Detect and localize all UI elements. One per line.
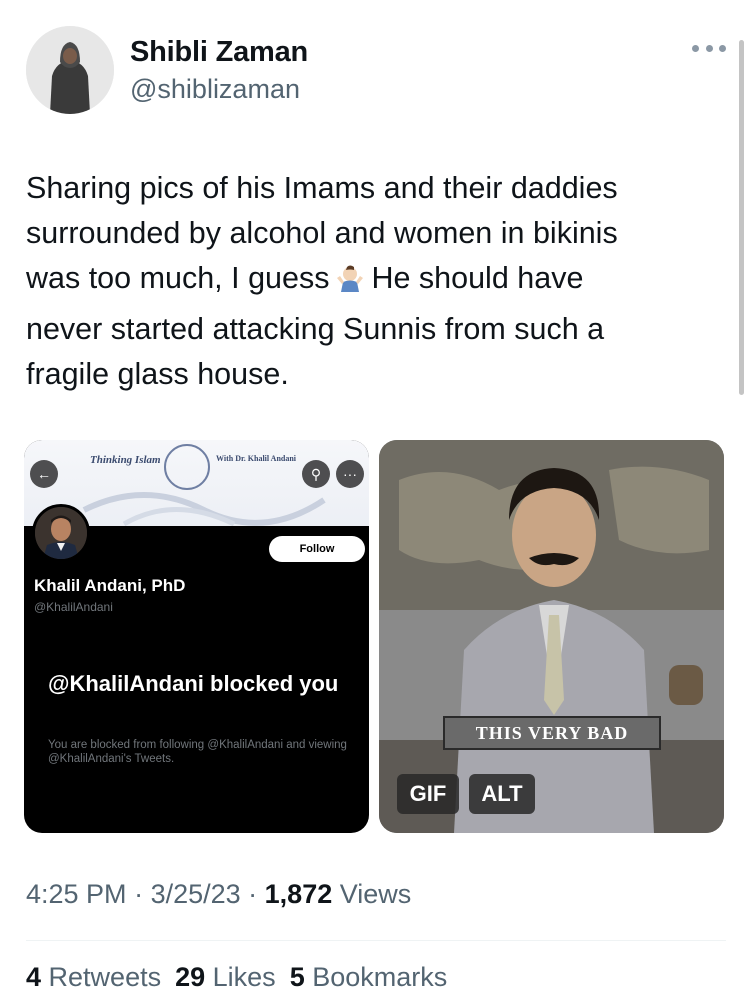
tweet-line: never started attacking Sunnis from such… [26,312,605,346]
tweet-date[interactable]: 3/25/23 [151,879,241,909]
retweets-stat[interactable]: 4 Retweets [26,962,161,992]
blocked-title: @KhalilAndani blocked you [48,671,339,696]
separator: · [126,879,151,909]
follow-button: Follow [269,536,365,562]
likes-stat[interactable]: 29 Likes [175,962,276,992]
avatar-photo [26,26,114,114]
tweet-line-part: He should have [371,261,584,295]
tweet-line: was too much, I guess He should have [26,256,726,307]
media-image-blocked-screenshot[interactable]: Thinking Islam With Dr. Khalil Andani ← … [24,440,369,833]
shrug-emoji-icon [335,262,365,307]
gif-subtitle-text: THIS VERY BAD [475,722,629,743]
tweet-text: Sharing pics of his Imams and their dadd… [26,166,726,397]
dot [692,44,699,52]
banner-subtitle: With Dr. Khalil Andani [216,454,297,463]
retweets-count: 4 [26,962,42,992]
bookmarks-stat[interactable]: 5 Bookmarks [290,962,448,992]
dot [719,44,726,52]
bookmarks-count: 5 [289,962,305,992]
engagement-stats: 4 Retweets 29 Likes 5 Bookmarks [26,962,461,993]
likes-label: Likes [205,962,276,992]
tweet-line: surrounded by alcohol and women in bikin… [26,216,618,250]
banner-title: Thinking Islam [90,454,161,466]
profile-handle: @KhalilAndani [34,600,113,614]
tweet-line-part: was too much, I guess [26,261,330,295]
tweet-line: Sharing pics of his Imams and their dadd… [26,171,618,205]
author-avatar[interactable] [26,26,114,114]
views-count: 1,872 [264,879,333,909]
more-icon: ··· [336,460,364,488]
tweet-time[interactable]: 4:25 PM [26,879,127,909]
likes-count: 29 [175,962,206,992]
tweet-line: fragile glass house. [26,357,289,391]
blocked-description: You are blocked from following @KhalilAn… [48,739,347,765]
search-icon: ⚲ [302,460,330,488]
scrollbar[interactable] [739,40,744,395]
profile-name: Khalil Andani, PhD [34,576,186,595]
author-handle[interactable]: @shiblizaman [130,74,300,105]
khalil-avatar [32,504,90,562]
media-gif[interactable]: THIS VERY BAD GIF ALT [379,440,724,833]
separator: · [240,879,265,909]
bookmarks-label: Bookmarks [304,962,448,992]
retweets-label: Retweets [41,962,162,992]
tweet-meta: 4:25 PM · 3/25/23 · 1,872 Views [26,879,411,910]
dot [705,44,713,52]
author-display-name[interactable]: Shibli Zaman [130,36,308,69]
gif-subtitle: THIS VERY BAD [443,716,661,750]
more-options-icon[interactable] [692,38,726,58]
divider [26,940,726,941]
media-grid: Thinking Islam With Dr. Khalil Andani ← … [24,440,724,833]
views-label: Views [332,879,412,909]
seal-logo-icon [164,444,210,490]
alt-badge[interactable]: ALT [469,774,535,814]
gif-badge: GIF [397,774,459,814]
back-arrow-icon: ← [30,460,58,488]
